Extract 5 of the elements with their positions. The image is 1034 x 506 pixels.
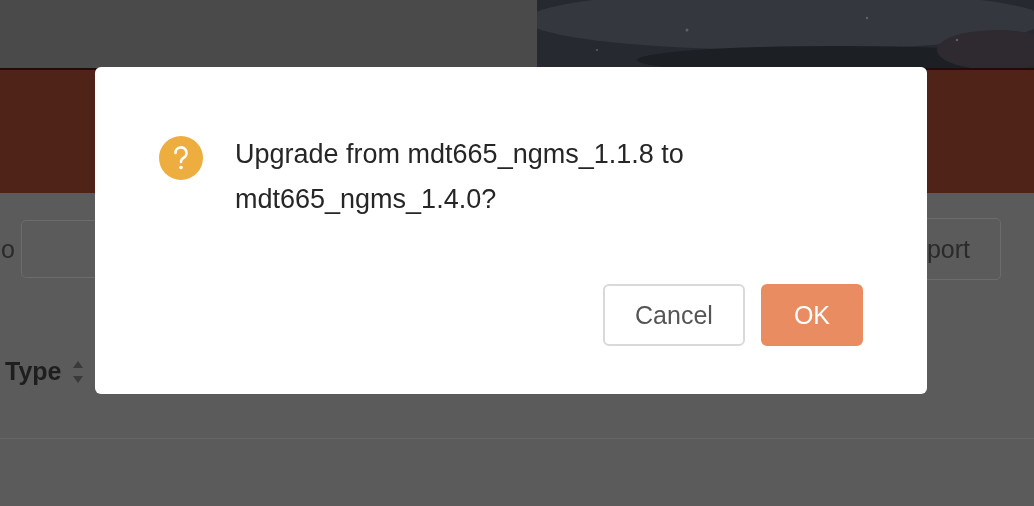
cancel-button[interactable]: Cancel (603, 284, 745, 346)
question-icon (159, 136, 203, 180)
column-header[interactable]: Type (5, 357, 62, 386)
ok-button[interactable]: OK (760, 284, 863, 346)
dialog-message: Upgrade from mdt665_ngms_1.1.8 to mdt665_ngms_1.4.0? (235, 138, 685, 216)
